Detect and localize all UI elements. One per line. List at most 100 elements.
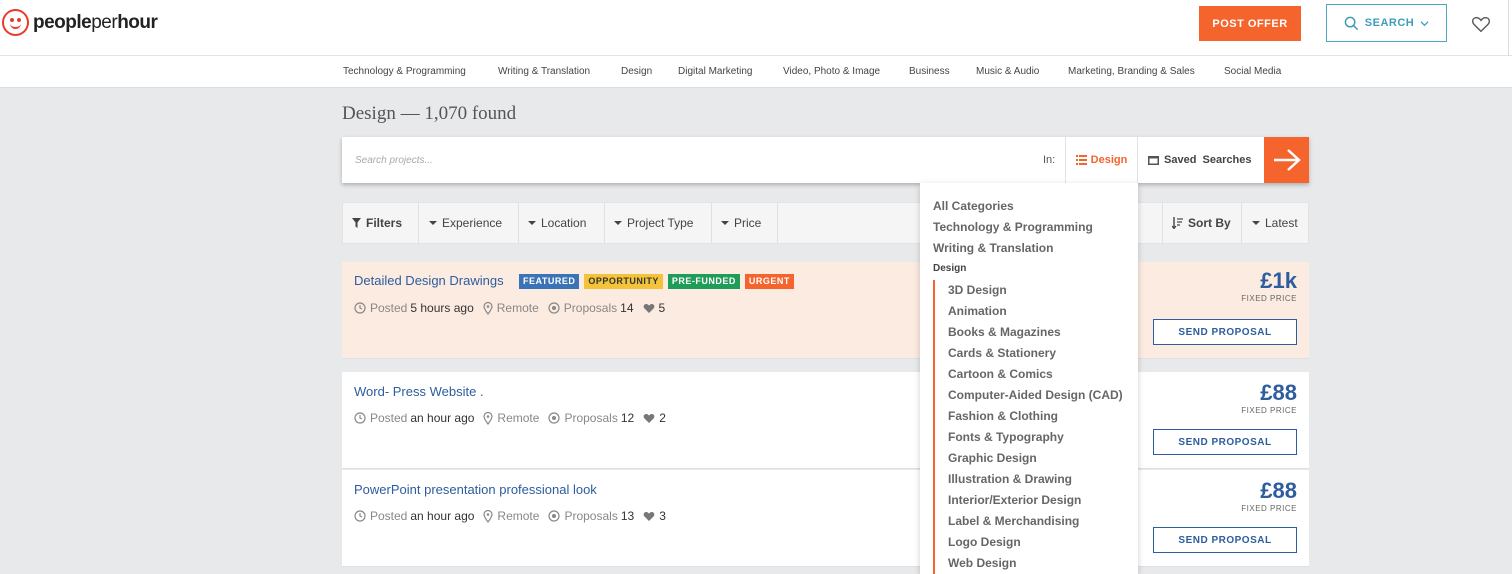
list-icon [1075, 155, 1087, 165]
in-label: In: [1043, 154, 1056, 166]
arrow-right-icon [1273, 149, 1301, 171]
send-proposal-button[interactable]: SEND PROPOSAL [1153, 527, 1297, 553]
caret-down-icon [429, 221, 437, 225]
experience-filter[interactable]: Experience [419, 203, 519, 243]
pre-funded-badge: PRE-FUNDED [667, 274, 740, 289]
job-meta: Posted an hour ago Remote Proposals 13 3 [354, 509, 675, 523]
nav-video-photo-image[interactable]: Video, Photo & Image [783, 66, 880, 77]
dropdown-subitem[interactable]: Graphic Design [948, 451, 1037, 465]
likes-count: 2 [659, 411, 666, 425]
sort-by-button[interactable]: Sort By [1162, 203, 1242, 243]
dropdown-subitem[interactable]: Illustration & Drawing [948, 472, 1072, 486]
clock-icon [354, 302, 366, 314]
nav-business[interactable]: Business [909, 66, 950, 77]
location-value: Remote [496, 301, 539, 315]
page-title: Design — 1,070 found [342, 103, 517, 124]
dropdown-subitem[interactable]: Cards & Stationery [948, 346, 1056, 360]
filters-button[interactable]: Filters [343, 203, 419, 243]
dropdown-subitem[interactable]: Books & Magazines [948, 325, 1061, 339]
posted-label: Posted [370, 301, 408, 315]
posted-label: Posted [370, 411, 408, 425]
price-type: FIXED PRICE [1241, 504, 1297, 513]
search-button-label: SEARCH [1364, 17, 1415, 29]
search-projects-input[interactable] [342, 137, 1032, 183]
heart-icon [643, 303, 654, 313]
dropdown-item-writing-translation[interactable]: Writing & Translation [933, 241, 1053, 255]
peopleperhour-logo[interactable]: peopleperhour [2, 9, 158, 36]
likes-count: 5 [658, 301, 666, 315]
dropdown-subitem[interactable]: Interior/Exterior Design [948, 493, 1081, 507]
job-meta: Posted an hour ago Remote Proposals 12 2 [354, 411, 675, 425]
nav-social-media[interactable]: Social Media [1224, 66, 1281, 77]
clock-icon [354, 510, 366, 522]
urgent-badge: URGENT [744, 274, 794, 289]
dropdown-item-technology-programming[interactable]: Technology & Programming [933, 220, 1093, 234]
job-card[interactable]: Detailed Design Drawings FEATURED OPPORT… [342, 262, 1309, 359]
price-filter[interactable]: Price [712, 203, 778, 243]
favorites-heart-icon[interactable] [1470, 13, 1492, 35]
post-offer-button[interactable]: POST OFFER [1199, 6, 1301, 41]
dropdown-subitem[interactable]: Fashion & Clothing [948, 409, 1058, 423]
price-amount: £88 [1260, 478, 1297, 503]
job-title-link[interactable]: Word- Press Website . [354, 384, 484, 399]
location-filter[interactable]: Location [519, 203, 605, 243]
posted-label: Posted [370, 509, 408, 523]
header-edge-divider [1508, 0, 1512, 56]
location-label: Location [541, 216, 587, 230]
job-price: £88 FIXED PRICE [1241, 478, 1297, 514]
posted-time: 5 hours ago [410, 301, 474, 315]
nav-music-audio[interactable]: Music & Audio [976, 66, 1039, 77]
target-icon [548, 302, 560, 314]
send-proposal-button[interactable]: SEND PROPOSAL [1153, 319, 1297, 345]
category-dropdown: All Categories Technology & Programming … [920, 183, 1138, 574]
dropdown-subitem[interactable]: Label & Merchandising [948, 514, 1079, 528]
job-card[interactable]: PowerPoint presentation professional loo… [342, 470, 1309, 567]
dropdown-item-all-categories[interactable]: All Categories [933, 199, 1014, 213]
dropdown-group-indicator [933, 280, 935, 574]
smiley-logo-icon [2, 9, 29, 36]
dropdown-group-design[interactable]: Design [933, 263, 966, 274]
filter-bar: Filters Experience Location Project Type… [342, 202, 1309, 244]
price-type: FIXED PRICE [1241, 406, 1297, 415]
nav-digital-marketing[interactable]: Digital Marketing [678, 66, 752, 77]
nav-technology-programming[interactable]: Technology & Programming [343, 66, 466, 77]
saved-searches-label: Saved Searches [1164, 154, 1252, 166]
job-title-link[interactable]: PowerPoint presentation professional loo… [354, 482, 597, 497]
dropdown-subitem[interactable]: 3D Design [948, 283, 1007, 297]
dropdown-subitem[interactable]: Fonts & Typography [948, 430, 1064, 444]
job-price: £1k FIXED PRICE [1241, 270, 1297, 304]
nav-writing-translation[interactable]: Writing & Translation [498, 66, 590, 77]
nav-marketing-branding-sales[interactable]: Marketing, Branding & Sales [1068, 66, 1195, 77]
caret-down-icon [1252, 221, 1260, 225]
chevron-down-icon [1420, 20, 1429, 26]
proposals-count: 14 [620, 301, 634, 315]
folder-icon [1148, 156, 1159, 165]
heart-icon [643, 413, 655, 423]
send-proposal-button[interactable]: SEND PROPOSAL [1153, 429, 1297, 455]
location-pin-icon [483, 509, 494, 523]
latest-sort-select[interactable]: Latest [1243, 203, 1308, 243]
location-pin-icon [483, 411, 494, 425]
target-icon [548, 412, 561, 424]
job-title-link[interactable]: Detailed Design Drawings [354, 273, 504, 288]
search-button[interactable]: SEARCH [1326, 4, 1447, 42]
dropdown-subitem[interactable]: Cartoon & Comics [948, 367, 1053, 381]
job-card[interactable]: Word- Press Website . Posted an hour ago … [342, 372, 1309, 469]
project-type-filter[interactable]: Project Type [605, 203, 712, 243]
sort-icon [1172, 217, 1183, 229]
dropdown-subitem[interactable]: Computer-Aided Design (CAD) [948, 388, 1123, 402]
dropdown-subitem[interactable]: Animation [948, 304, 1007, 318]
search-submit-button[interactable] [1264, 137, 1309, 183]
proposals-count: 13 [620, 509, 635, 523]
experience-label: Experience [442, 216, 503, 230]
dropdown-subitem[interactable]: Logo Design [948, 535, 1021, 549]
saved-searches-button[interactable]: Saved Searches [1148, 137, 1264, 183]
job-meta: Posted 5 hours ago Remote Proposals 14 5 [354, 301, 674, 315]
dropdown-subitem[interactable]: Web Design [948, 556, 1016, 570]
category-nav: Technology & Programming Writing & Trans… [0, 56, 1512, 88]
category-selector[interactable]: Design [1065, 137, 1138, 183]
clock-icon [354, 412, 366, 424]
nav-design[interactable]: Design [621, 66, 652, 77]
price-amount: £88 [1260, 380, 1297, 405]
featured-badge: FEATURED [519, 274, 580, 289]
